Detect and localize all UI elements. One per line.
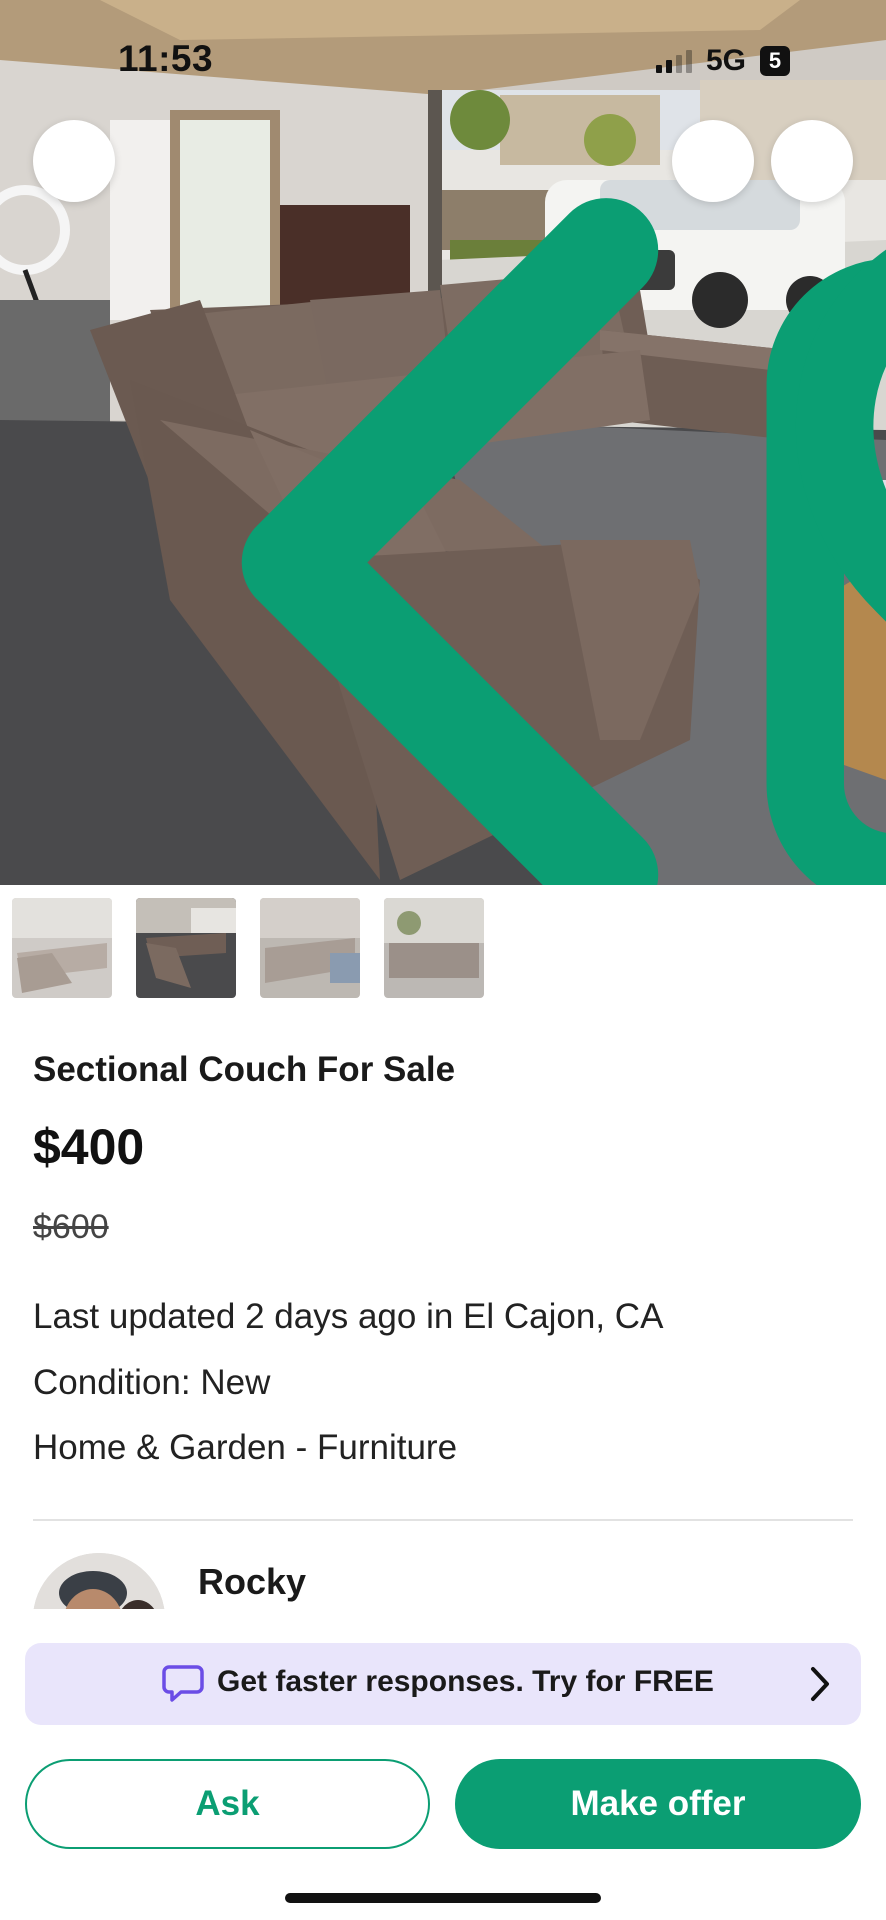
- listing-price: $400: [33, 1119, 145, 1175]
- listing-updated-location: Last updated 2 days ago in El Cajon, CA: [33, 1297, 664, 1336]
- thumbnail-strip: [12, 898, 484, 998]
- seller-row[interactable]: Rocky: [33, 1553, 853, 1609]
- signal-icon: [655, 49, 692, 73]
- promo-text: Get faster responses. Try for FREE: [217, 1665, 714, 1698]
- chat-bubble-icon: [162, 1665, 204, 1702]
- share-button[interactable]: [672, 120, 886, 885]
- thumbnail-photo-4[interactable]: [384, 898, 484, 998]
- listing-category[interactable]: Home & Garden - Furniture: [33, 1428, 457, 1468]
- promo-banner[interactable]: Get faster responses. Try for FREE: [25, 1643, 861, 1725]
- home-indicator[interactable]: [285, 1893, 601, 1903]
- battery-icon: 5: [760, 46, 790, 76]
- section-divider: [33, 1519, 853, 1521]
- listing-condition: Condition: New: [33, 1363, 271, 1402]
- thumbnail-photo-3[interactable]: [260, 898, 360, 998]
- status-bar: 11:53 5G 5: [0, 0, 886, 110]
- thumbnail-photo-1[interactable]: [12, 898, 112, 998]
- status-time: 11:53: [118, 38, 214, 79]
- heart-icon: [796, 250, 886, 622]
- favorite-button[interactable]: [771, 120, 886, 622]
- seller-name: Rocky: [198, 1561, 307, 1602]
- listing-title: Sectional Couch For Sale: [33, 1050, 456, 1089]
- ask-button[interactable]: Ask: [25, 1759, 430, 1849]
- seller-avatar[interactable]: [33, 1553, 165, 1609]
- network-type: 5G: [705, 44, 746, 77]
- make-offer-button[interactable]: Make offer: [455, 1759, 861, 1849]
- listing-original-price: $600: [33, 1208, 109, 1246]
- listing-main-photo[interactable]: 11:53 5G 5: [0, 0, 886, 885]
- back-button[interactable]: [33, 120, 659, 885]
- thumbnail-photo-2[interactable]: [136, 898, 236, 998]
- chevron-right-icon: [811, 1667, 829, 1701]
- status-indicators: 5G 5: [655, 44, 790, 78]
